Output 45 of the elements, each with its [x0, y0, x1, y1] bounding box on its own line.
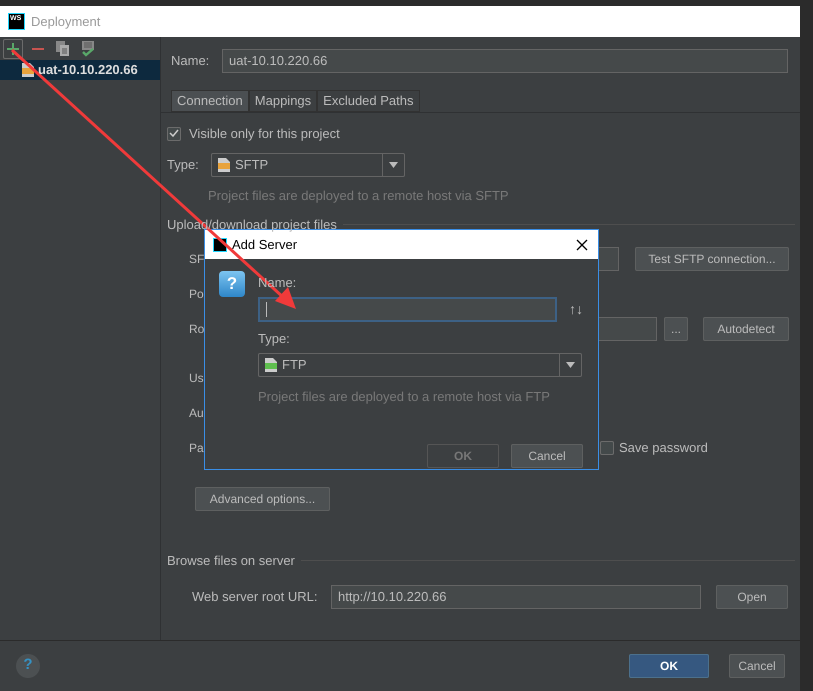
sort-icon[interactable]: ↑↓ — [569, 298, 583, 320]
url-field[interactable]: http://10.10.220.66 — [331, 584, 701, 608]
ok-button[interactable]: OK — [629, 654, 709, 678]
field-label: Po — [189, 287, 204, 301]
help-icon[interactable]: ? — [16, 654, 40, 678]
field-label: Au — [189, 406, 204, 420]
dropdown-arrow-icon — [566, 362, 575, 368]
close-icon[interactable] — [576, 238, 588, 250]
field-label: Ro — [189, 322, 204, 336]
hint-text: Project files are deployed to a remote host via FTP — [258, 388, 551, 406]
field-label: Pa — [189, 441, 204, 455]
name-label: Name: — [171, 52, 210, 70]
tab[interactable]: Mappings — [248, 90, 318, 112]
question-icon: ? — [219, 271, 245, 297]
url-label: Web server root URL: — [192, 588, 318, 606]
checkbox[interactable] — [600, 441, 614, 455]
server-item[interactable]: uat-10.10.220.66 — [0, 60, 160, 80]
cancel-button[interactable]: Cancel — [511, 444, 583, 468]
test-connection-button[interactable]: Test SFTP connection... — [635, 247, 789, 271]
hint-text: Project files are deployed to a remote host via SFTP — [207, 187, 510, 205]
type-dropdown[interactable]: FTP — [258, 353, 582, 377]
field-label: Us — [189, 371, 204, 385]
add-icon[interactable] — [3, 38, 23, 58]
field-label: SF — [189, 252, 204, 266]
file-icon — [218, 158, 230, 172]
type-label: Type: — [258, 330, 290, 346]
autodetect-button[interactable]: Autodetect — [703, 317, 789, 341]
name-field[interactable]: uat-10.10.220.66 — [222, 49, 788, 73]
checkbox[interactable] — [167, 126, 181, 140]
group-title: Browse files on server — [167, 552, 295, 570]
advanced-options-button[interactable]: Advanced options... — [195, 487, 330, 511]
dropdown-arrow-icon — [389, 162, 398, 168]
browse-button[interactable]: ... — [664, 317, 688, 341]
window-title: Deployment — [31, 12, 100, 31]
file-icon — [265, 358, 277, 372]
tab[interactable]: Connection — [171, 90, 249, 112]
tab[interactable]: Excluded Paths — [317, 90, 420, 112]
type-label: Type: — [167, 156, 200, 174]
checkbox-label: Save password — [619, 439, 708, 458]
cancel-button[interactable]: Cancel — [729, 654, 785, 678]
name-input[interactable] — [258, 296, 557, 322]
type-dropdown[interactable]: SFTP — [211, 153, 405, 177]
dialog-title: Add Server — [232, 236, 298, 254]
open-button[interactable]: Open — [716, 584, 788, 608]
checkbox-label: Visible only for this project — [189, 124, 340, 143]
